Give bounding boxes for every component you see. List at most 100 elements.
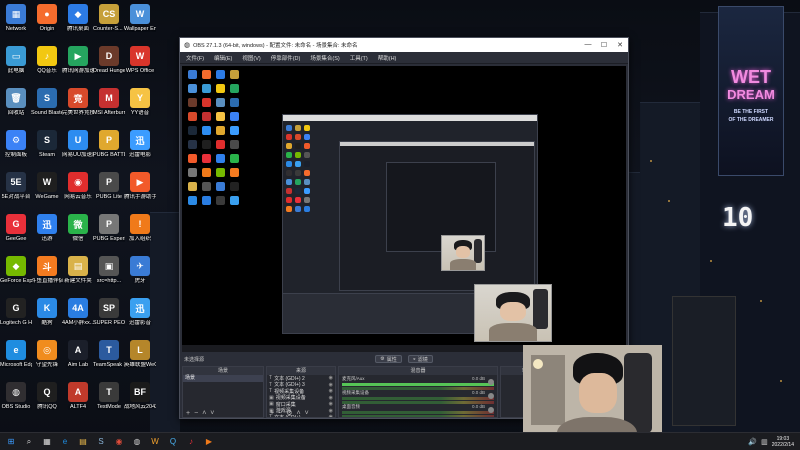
scene-item[interactable]: 场景 — [183, 375, 263, 382]
desktop-icon[interactable]: ◎ 守望先锋 — [31, 340, 63, 382]
desktop-icon[interactable]: P PUBG BATTLEGR... — [93, 130, 125, 172]
visibility-eye-icon[interactable]: ◉ — [329, 388, 333, 394]
desktop-icon[interactable]: e Microsoft Edge — [0, 340, 32, 382]
remove-scene-icon[interactable]: − — [194, 410, 198, 417]
desktop-icon[interactable]: 迅迅雷电影 — [124, 130, 156, 172]
explorer-icon[interactable]: ▤ — [76, 435, 90, 449]
windows-start-icon[interactable]: ⊞ — [4, 435, 18, 449]
menu-tools[interactable]: 工具(T) — [350, 54, 368, 62]
visibility-eye-icon[interactable]: ◉ — [329, 401, 333, 407]
filters-button[interactable]: ◒ 滤镜 — [407, 355, 433, 363]
volume-slider[interactable] — [342, 415, 494, 417]
visibility-eye-icon[interactable]: ◉ — [329, 382, 333, 388]
desktop-icon[interactable]: ▦ Network — [0, 4, 32, 46]
desktop-icon[interactable]: M MSI Afterburner — [93, 88, 125, 130]
desktop-icon[interactable]: A ALTF4 — [62, 382, 94, 424]
search-icon[interactable]: ⌕ — [22, 435, 36, 449]
menu-file[interactable]: 文件(F) — [186, 54, 204, 62]
desktop-icon[interactable]: Q 腾讯QQ — [31, 382, 63, 424]
remove-source-icon[interactable]: − — [278, 410, 282, 417]
desktop-icon[interactable]: ▶ 腾讯网游加速器 — [62, 46, 94, 88]
move-up-icon[interactable]: ˄ — [202, 410, 206, 417]
desktop-icon[interactable]: W Wallpaper Engine: ... — [124, 4, 156, 46]
sound-icon[interactable]: 🔊 — [748, 438, 757, 446]
desktop-icon[interactable]: 竞完美世界竞技平台 — [62, 88, 94, 130]
desktop-icon[interactable]: G Logitech G HUB — [0, 298, 32, 340]
qq-icon[interactable]: Q — [166, 435, 180, 449]
desktop-icon[interactable]: ◉ 网易云音乐 — [62, 172, 94, 214]
desktop-icon[interactable]: SP SUPER PEOPLE... — [93, 298, 125, 340]
desktop-icon[interactable]: 迅迅雷影音 — [124, 298, 156, 340]
desktop-icon[interactable]: 斗斗鱼直播伴侣 — [31, 256, 63, 298]
desktop-icon[interactable]: ! 加入组织 — [124, 214, 156, 256]
desktop-icon[interactable]: T TestMode — [93, 382, 125, 424]
visibility-eye-icon[interactable]: ◉ — [329, 395, 333, 401]
desktop-icon[interactable]: ◆ GeForce Experience — [0, 256, 32, 298]
music-icon[interactable]: ♪ — [184, 435, 198, 449]
game-icon[interactable]: ▶ — [202, 435, 216, 449]
menu-scene-collection[interactable]: 场景集合(S) — [310, 54, 339, 62]
desktop-icon[interactable]: W WeGame — [31, 172, 63, 214]
minimize-button[interactable]: — — [580, 41, 596, 49]
network-icon[interactable]: ▥ — [761, 438, 768, 446]
desktop-icon[interactable]: CS Counter-S... Global Off... — [93, 4, 125, 46]
task-view-icon[interactable]: ▦ — [40, 435, 54, 449]
desktop-icon[interactable]: D Dread Hunger — [93, 46, 125, 88]
mixer-settings-gear-icon[interactable] — [488, 393, 494, 399]
desktop-icon[interactable]: L 英雄联盟WeGame版 — [124, 340, 156, 382]
taskbar-clock[interactable]: 19:03 2022/2/14 — [772, 436, 794, 448]
properties-button[interactable]: ⚙ 属性 — [375, 355, 402, 363]
add-source-icon[interactable]: + — [270, 410, 274, 417]
source-properties-icon[interactable]: ⚙ — [286, 409, 292, 417]
desktop-icon[interactable]: ⚙ 控制面板 — [0, 130, 32, 172]
desktop-icon[interactable]: ▶ 腾讯手游助手 — [124, 172, 156, 214]
desktop-icon[interactable]: ● Origin — [31, 4, 63, 46]
desktop-icon[interactable]: P PUBG Lite — [93, 172, 125, 214]
menu-edit[interactable]: 编辑(E) — [214, 54, 232, 62]
desktop-icon[interactable]: ▤ 新建文件夹 — [62, 256, 94, 298]
desktop-icon[interactable]: W WPS Office — [124, 46, 156, 88]
source-up-icon[interactable]: ˄ — [296, 410, 300, 417]
mixer-settings-gear-icon[interactable] — [488, 379, 494, 385]
source-down-icon[interactable]: ˅ — [305, 410, 309, 417]
desktop-icon[interactable]: ✈ 虎牙 — [124, 256, 156, 298]
desktop-icon[interactable]: 4A 4AM小胖xx... — [62, 298, 94, 340]
obs-title-bar[interactable]: ◍ OBS 27.1.3 (64-bit, windows) - 配置文件: 未… — [180, 38, 628, 52]
desktop-icon[interactable]: ♪ QQ音乐 — [31, 46, 63, 88]
close-button[interactable]: ✕ — [612, 41, 628, 49]
desktop-icon[interactable]: K 酷狗 — [31, 298, 63, 340]
move-down-icon[interactable]: ˅ — [210, 410, 214, 417]
captured-icon — [230, 196, 239, 205]
desktop-icon[interactable]: Y YY语音 — [124, 88, 156, 130]
menu-view[interactable]: 视图(V) — [242, 54, 260, 62]
edge-icon[interactable]: e — [58, 435, 72, 449]
desktop-icon[interactable]: 🗑 回收站 — [0, 88, 32, 130]
obs-preview-canvas[interactable] — [182, 66, 626, 352]
obs-icon[interactable]: ◍ — [130, 435, 144, 449]
mixer-settings-gear-icon[interactable] — [488, 407, 494, 413]
desktop-icon[interactable]: 5E 5E对战平台 — [0, 172, 32, 214]
desktop-icon[interactable]: A Aim Lab — [62, 340, 94, 382]
desktop-icon[interactable]: T TeamSpeak 3 — [93, 340, 125, 382]
chrome-icon[interactable]: ◉ — [112, 435, 126, 449]
menu-help[interactable]: 帮助(H) — [378, 54, 397, 62]
menu-docks[interactable]: 停靠部件(D) — [271, 54, 301, 62]
steam-icon[interactable]: S — [94, 435, 108, 449]
desktop-icon[interactable]: ▭ 此电脑 — [0, 46, 32, 88]
maximize-button[interactable]: ☐ — [596, 41, 612, 49]
desktop-icon-label: 微信 — [72, 236, 84, 242]
desktop-icon[interactable]: ◆ 腾讯桌面 — [62, 4, 94, 46]
desktop-icon[interactable]: P PUBG Experi... — [93, 214, 125, 256]
desktop-icon[interactable]: ▣ src=http... — [93, 256, 125, 298]
desktop-icon[interactable]: S Steam — [31, 130, 63, 172]
desktop-icon[interactable]: 微微信 — [62, 214, 94, 256]
visibility-eye-icon[interactable]: ◉ — [329, 375, 333, 381]
desktop-icon[interactable]: U 网易UU加速器 — [62, 130, 94, 172]
desktop-icon[interactable]: ◍ OBS Studio — [0, 382, 32, 424]
desktop-icon[interactable]: 迅迅游 — [31, 214, 63, 256]
wegame-icon[interactable]: W — [148, 435, 162, 449]
desktop-icon[interactable]: G GeeGee — [0, 214, 32, 256]
desktop-icon[interactable]: S Sound Blaster ... — [31, 88, 63, 130]
add-scene-icon[interactable]: + — [186, 410, 190, 417]
desktop-icon[interactable]: BF 战地风云2042 — [124, 382, 156, 424]
